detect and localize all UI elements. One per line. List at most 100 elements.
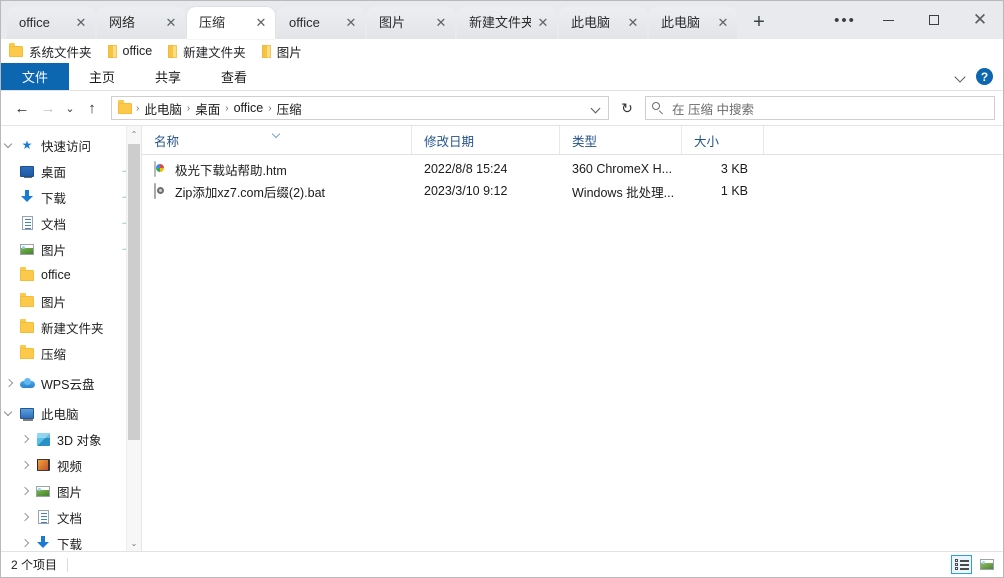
close-icon[interactable]: ✕ [73, 15, 89, 31]
minimize-button[interactable] [865, 1, 911, 39]
column-label: 修改日期 [424, 134, 475, 149]
table-row[interactable]: 极光下载站帮助.htm 2022/8/8 15:24 360 ChromeX H… [142, 158, 1003, 180]
refresh-button[interactable]: ↻ [613, 95, 641, 121]
document-icon [33, 510, 53, 524]
twisty-collapsed-icon[interactable] [17, 478, 33, 504]
breadcrumb-item-this-pc[interactable]: 此电脑 [141, 99, 185, 118]
sidebar-item-quick-access[interactable]: ★ 快速访问 [1, 132, 141, 158]
search-placeholder: 在 压缩 中搜索 [672, 102, 754, 117]
tab-new-folder[interactable]: 新建文件夹 ✕ [457, 7, 557, 39]
tab-network[interactable]: 网络 ✕ [97, 7, 185, 39]
file-size: 3 KB [720, 162, 748, 176]
sidebar-item-pictures[interactable]: 图片 📌 [1, 236, 141, 262]
sidebar-item-wps-cloud[interactable]: WPS云盘 [1, 370, 141, 396]
breadcrumb-item-desktop[interactable]: 桌面 [192, 99, 223, 118]
file-size: 1 KB [720, 184, 748, 198]
close-icon[interactable]: ✕ [535, 15, 551, 31]
sidebar-scrollbar[interactable]: ⌃ ⌄ [126, 126, 141, 551]
twisty-collapsed-icon[interactable] [17, 426, 33, 452]
tab-label: office [19, 15, 50, 30]
close-icon[interactable]: ✕ [343, 15, 359, 31]
column-header-name[interactable]: 名称 [142, 126, 412, 154]
column-header-type[interactable]: 类型 [560, 126, 682, 154]
tab-strip: office ✕ 网络 ✕ 压缩 ✕ office ✕ 图片 ✕ 新建文件夹 ✕… [1, 1, 1003, 39]
tab-label: 网络 [109, 15, 136, 30]
up-button[interactable]: ↑ [79, 95, 105, 121]
breadcrumb-item-compressed[interactable]: 压缩 [274, 99, 305, 118]
sidebar-item-office[interactable]: office [1, 262, 141, 288]
column-header-date[interactable]: 修改日期 [412, 126, 560, 154]
breadcrumb-item-office[interactable]: office [231, 101, 267, 115]
download-icon [33, 536, 53, 550]
scroll-down-icon[interactable]: ⌄ [127, 535, 141, 551]
sidebar-item-compressed[interactable]: 压缩 [1, 340, 141, 366]
maximize-button[interactable] [911, 1, 957, 39]
search-input[interactable]: 在 压缩 中搜索 [645, 96, 995, 120]
bookmark-pictures[interactable]: 图片 [261, 42, 302, 61]
twisty-expanded-icon[interactable] [1, 400, 17, 426]
thumbnails-view-icon [979, 559, 994, 570]
sidebar-item-new-folder[interactable]: 新建文件夹 [1, 314, 141, 340]
tab-this-pc-2[interactable]: 此电脑 ✕ [649, 7, 737, 39]
ribbon-tab-home[interactable]: 主页 [69, 63, 135, 90]
close-icon[interactable]: ✕ [715, 15, 731, 31]
file-rows: 极光下载站帮助.htm 2022/8/8 15:24 360 ChromeX H… [142, 155, 1003, 551]
ribbon-tab-share[interactable]: 共享 [135, 63, 201, 90]
back-button[interactable]: ← [9, 95, 35, 121]
bookmark-office[interactable]: office [107, 44, 152, 58]
star-pin-icon: ★ [21, 138, 33, 152]
tab-office-2[interactable]: office ✕ [277, 7, 365, 39]
scroll-up-icon[interactable]: ⌃ [127, 126, 141, 142]
chevron-down-icon[interactable] [954, 70, 968, 84]
tab-office-1[interactable]: office ✕ [7, 7, 95, 39]
address-bar: ← → ⌄ ↑ › 此电脑 › 桌面 › office › 压缩 ↻ 在 压缩 … [1, 91, 1003, 125]
close-icon[interactable]: ✕ [163, 15, 179, 31]
download-icon [17, 190, 37, 204]
bookmark-system-folder[interactable]: 系统文件夹 [9, 42, 92, 61]
details-view-button[interactable] [951, 555, 972, 574]
sidebar-item-desktop[interactable]: 桌面 📌 [1, 158, 141, 184]
table-row[interactable]: Zip添加xz7.com后缀(2).bat 2023/3/10 9:12 Win… [142, 180, 1003, 202]
sidebar-item-label: 下载 [57, 537, 83, 552]
recent-locations-button[interactable]: ⌄ [61, 95, 79, 121]
folder-icon [17, 319, 37, 333]
twisty-collapsed-icon[interactable] [17, 504, 33, 530]
breadcrumb[interactable]: › 此电脑 › 桌面 › office › 压缩 [111, 96, 609, 120]
tab-pictures[interactable]: 图片 ✕ [367, 7, 455, 39]
tab-this-pc-1[interactable]: 此电脑 ✕ [559, 7, 647, 39]
tab-compressed-active[interactable]: 压缩 ✕ [187, 7, 275, 39]
twisty-collapsed-icon[interactable] [17, 530, 33, 551]
sidebar-item-documents[interactable]: 文档 📌 [1, 210, 141, 236]
close-icon[interactable]: ✕ [253, 15, 269, 31]
help-icon[interactable]: ? [976, 68, 993, 85]
sidebar-item-downloads[interactable]: 下载 📌 [1, 184, 141, 210]
sidebar-item-label: office [41, 268, 71, 282]
sidebar-item-label: 图片 [41, 243, 67, 258]
twisty-collapsed-icon[interactable] [1, 370, 17, 396]
sidebar-item-documents-pc[interactable]: 文档 [1, 504, 141, 530]
new-tab-button[interactable]: + [745, 9, 773, 37]
forward-button[interactable]: → [35, 95, 61, 121]
ribbon-tab-view[interactable]: 查看 [201, 63, 267, 90]
pictures-icon [33, 485, 53, 497]
thumbnails-view-button[interactable] [976, 555, 997, 574]
bookmark-new-folder[interactable]: 新建文件夹 [168, 42, 246, 61]
sidebar-item-downloads-pc[interactable]: 下载 [1, 530, 141, 551]
close-icon[interactable]: ✕ [625, 15, 641, 31]
scrollbar-thumb[interactable] [128, 144, 140, 440]
sidebar-item-videos[interactable]: 视频 [1, 452, 141, 478]
more-options-icon[interactable]: ••• [825, 1, 865, 39]
file-name-cell: Zip添加xz7.com后缀(2).bat [142, 182, 412, 201]
chevron-down-icon[interactable] [588, 100, 604, 116]
sidebar-item-3d-objects[interactable]: 3D 对象 [1, 426, 141, 452]
column-header-size[interactable]: 大小 [682, 126, 764, 154]
sidebar-item-pictures-folder[interactable]: 图片 [1, 288, 141, 314]
sort-ascending-icon [272, 131, 282, 137]
twisty-collapsed-icon[interactable] [17, 452, 33, 478]
close-window-button[interactable]: ✕ [957, 1, 1003, 39]
close-icon[interactable]: ✕ [433, 15, 449, 31]
twisty-expanded-icon[interactable] [1, 132, 17, 158]
ribbon-tab-file[interactable]: 文件 [1, 63, 69, 90]
sidebar-item-this-pc[interactable]: 此电脑 [1, 400, 141, 426]
sidebar-item-pictures-pc[interactable]: 图片 [1, 478, 141, 504]
